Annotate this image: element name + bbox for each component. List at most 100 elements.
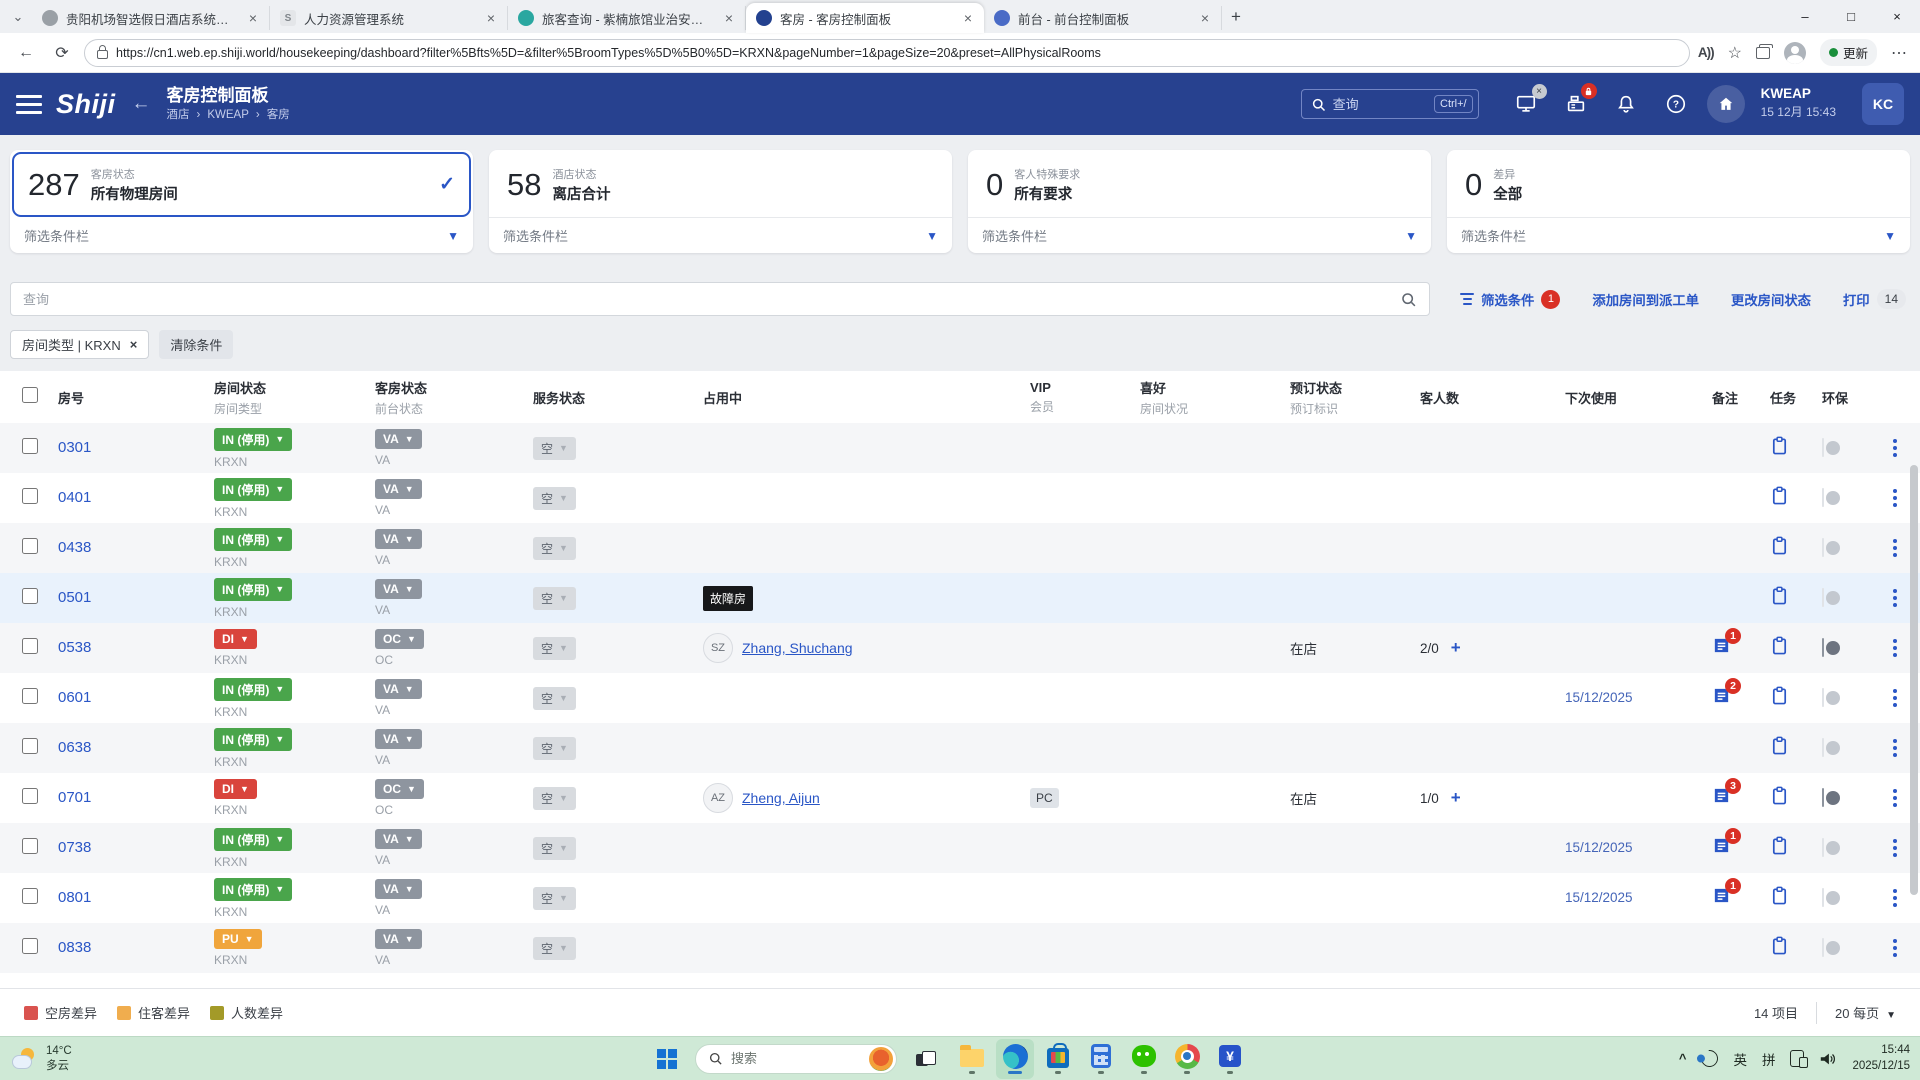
service-status-badge[interactable]: 空 ▼ bbox=[533, 486, 576, 510]
room-status-badge[interactable]: IN (停用) ▼ bbox=[214, 527, 293, 551]
taskbar-app-store-icon[interactable] bbox=[1039, 1039, 1077, 1079]
taskbar-app-file-explorer-icon[interactable] bbox=[953, 1039, 991, 1079]
eco-toggle[interactable] bbox=[1822, 638, 1840, 657]
ime-lang-label[interactable]: 英 bbox=[1733, 1049, 1747, 1069]
ime-mode-icon[interactable] bbox=[1697, 1046, 1722, 1071]
row-checkbox[interactable] bbox=[22, 437, 38, 454]
notes-button[interactable]: 1 bbox=[1712, 877, 1741, 906]
tasks-clipboard-button[interactable] bbox=[1770, 586, 1790, 606]
card-filter-dropdown[interactable]: 筛选条件栏 ▼ bbox=[10, 217, 473, 253]
guest-name-link[interactable]: Zheng, Aijun bbox=[742, 790, 820, 806]
front-office-status-badge[interactable]: VA ▼ bbox=[375, 679, 422, 699]
back-button[interactable]: ← bbox=[12, 39, 40, 67]
select-all-checkbox[interactable] bbox=[22, 386, 38, 403]
browser-tab-5[interactable]: 前台 - 前台控制面板 × bbox=[984, 6, 1222, 30]
tab-close-icon[interactable]: × bbox=[1197, 10, 1213, 26]
volume-icon[interactable] bbox=[1819, 1051, 1837, 1067]
tab-search-chevron-icon[interactable]: ⌄ bbox=[4, 3, 32, 31]
notifications-bell-icon[interactable] bbox=[1613, 91, 1639, 117]
tasks-clipboard-button[interactable] bbox=[1770, 686, 1790, 706]
tasks-clipboard-button[interactable] bbox=[1770, 486, 1790, 506]
tasks-clipboard-button[interactable] bbox=[1770, 886, 1790, 906]
eco-toggle[interactable] bbox=[1822, 788, 1840, 807]
service-status-badge[interactable]: 空 ▼ bbox=[533, 536, 576, 560]
room-number-link[interactable]: 0501 bbox=[58, 589, 91, 606]
new-tab-button[interactable]: + bbox=[1222, 3, 1250, 31]
action-2-button[interactable]: 添加房间到派工单 bbox=[1592, 290, 1699, 309]
eco-toggle[interactable] bbox=[1822, 938, 1840, 957]
service-status-badge[interactable]: 空 ▼ bbox=[533, 686, 576, 710]
row-checkbox[interactable] bbox=[22, 537, 38, 554]
front-office-status-badge[interactable]: VA ▼ bbox=[375, 929, 422, 949]
home-icon[interactable] bbox=[1706, 85, 1745, 123]
collections-icon[interactable] bbox=[1755, 43, 1773, 59]
notes-button[interactable]: 3 bbox=[1712, 777, 1741, 806]
user-avatar[interactable]: KC bbox=[1862, 83, 1904, 125]
workstation-icon[interactable]: × bbox=[1513, 84, 1547, 117]
service-status-badge[interactable]: 空 ▼ bbox=[533, 586, 576, 610]
action-3-button[interactable]: 更改房间状态 bbox=[1731, 290, 1811, 309]
page-size-select[interactable]: 20 每页 ▼ bbox=[1835, 1003, 1896, 1022]
browser-tab-1[interactable]: 贵阳机场智选假日酒店系统网址... × bbox=[32, 6, 270, 30]
ime-input-label[interactable]: 拼 bbox=[1762, 1049, 1776, 1069]
tasks-clipboard-button[interactable] bbox=[1770, 936, 1790, 956]
tasks-clipboard-button[interactable] bbox=[1770, 636, 1790, 656]
tasks-clipboard-button[interactable] bbox=[1770, 536, 1790, 556]
start-button[interactable] bbox=[648, 1039, 686, 1079]
filter-chip[interactable]: 房间类型 | KRXN × bbox=[10, 330, 150, 359]
room-status-badge[interactable]: IN (停用) ▼ bbox=[214, 727, 293, 751]
tray-chevron-up-icon[interactable]: ^ bbox=[1679, 1051, 1687, 1066]
stat-card-3[interactable]: 0 客人特殊要求 所有要求 筛选条件栏 ▼ bbox=[968, 150, 1431, 253]
window-maximize-button[interactable]: □ bbox=[1828, 0, 1874, 33]
card-filter-dropdown[interactable]: 筛选条件栏 ▼ bbox=[489, 217, 952, 253]
front-office-status-badge[interactable]: VA ▼ bbox=[375, 879, 422, 899]
breadcrumb-hotel[interactable]: 酒店 bbox=[167, 108, 190, 122]
row-menu-kebab-icon[interactable] bbox=[1885, 939, 1905, 957]
notes-button[interactable]: 2 bbox=[1712, 677, 1741, 706]
eco-toggle[interactable] bbox=[1822, 538, 1840, 557]
row-menu-kebab-icon[interactable] bbox=[1885, 839, 1905, 857]
room-number-link[interactable]: 0538 bbox=[58, 639, 91, 656]
read-aloud-icon[interactable]: A)) bbox=[1698, 45, 1715, 60]
stat-card-top[interactable]: 0 客人特殊要求 所有要求 bbox=[970, 152, 1429, 217]
room-status-badge[interactable]: DI ▼ bbox=[214, 629, 257, 649]
tab-close-icon[interactable]: × bbox=[721, 10, 737, 26]
guest-name-link[interactable]: Zhang, Shuchang bbox=[742, 640, 853, 656]
cashier-icon[interactable] bbox=[1563, 83, 1597, 117]
front-office-status-badge[interactable]: OC ▼ bbox=[375, 779, 424, 799]
clear-filters-button[interactable]: 清除条件 bbox=[159, 330, 234, 359]
help-icon[interactable]: ? bbox=[1663, 91, 1689, 117]
action-4-button[interactable]: 打印 14 bbox=[1843, 289, 1906, 309]
row-checkbox[interactable] bbox=[22, 887, 38, 904]
front-office-status-badge[interactable]: VA ▼ bbox=[375, 579, 422, 599]
stat-card-2[interactable]: 58 酒店状态 离店合计 筛选条件栏 ▼ bbox=[489, 150, 952, 253]
browser-update-button[interactable]: 更新 bbox=[1819, 39, 1877, 66]
front-office-status-badge[interactable]: VA ▼ bbox=[375, 429, 422, 449]
room-status-badge[interactable]: IN (停用) ▼ bbox=[214, 577, 293, 601]
reload-button[interactable]: ⟳ bbox=[48, 39, 76, 67]
room-number-link[interactable]: 0301 bbox=[58, 439, 91, 456]
breadcrumb-module[interactable]: 客房 bbox=[267, 108, 290, 122]
tab-close-icon[interactable]: × bbox=[960, 10, 976, 26]
eco-toggle[interactable] bbox=[1822, 738, 1840, 757]
taskbar-app-wechat-icon[interactable] bbox=[1125, 1039, 1163, 1079]
service-status-badge[interactable]: 空 ▼ bbox=[533, 736, 576, 760]
taskbar-weather[interactable]: 14°C 多云 bbox=[0, 1044, 72, 1074]
room-number-link[interactable]: 0438 bbox=[58, 539, 91, 556]
tasks-clipboard-button[interactable] bbox=[1770, 786, 1790, 806]
chip-close-icon[interactable]: × bbox=[130, 337, 138, 352]
notes-button[interactable]: 1 bbox=[1712, 627, 1741, 656]
phone-link-icon[interactable] bbox=[1790, 1050, 1809, 1068]
room-status-badge[interactable]: IN (停用) ▼ bbox=[214, 427, 293, 451]
room-number-link[interactable]: 0838 bbox=[58, 939, 91, 956]
taskbar-app-chrome-icon[interactable] bbox=[1168, 1039, 1206, 1079]
stat-card-4[interactable]: 0 差异 全部 筛选条件栏 ▼ bbox=[1447, 150, 1910, 253]
browser-menu-icon[interactable]: ⋯ bbox=[1891, 43, 1908, 63]
room-number-link[interactable]: 0801 bbox=[58, 889, 91, 906]
room-status-badge[interactable]: IN (停用) ▼ bbox=[214, 477, 293, 501]
table-search-input[interactable] bbox=[23, 291, 1401, 307]
row-menu-kebab-icon[interactable] bbox=[1885, 789, 1905, 807]
front-office-status-badge[interactable]: VA ▼ bbox=[375, 829, 422, 849]
tasks-clipboard-button[interactable] bbox=[1770, 436, 1790, 456]
room-status-badge[interactable]: IN (停用) ▼ bbox=[214, 677, 293, 701]
